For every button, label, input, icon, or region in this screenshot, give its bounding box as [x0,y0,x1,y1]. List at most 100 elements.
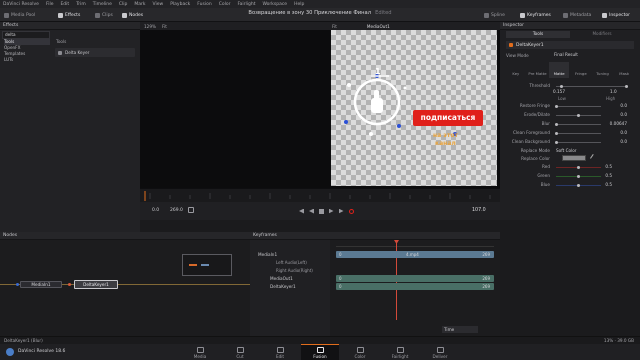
menu-item-workspace[interactable]: Workspace [262,2,287,7]
subtab-tuning[interactable]: Tuning [593,62,613,78]
menu-item-timeline[interactable]: Timeline [93,2,112,7]
page-cut[interactable]: Cut [221,344,259,360]
menu-item-file[interactable]: File [46,2,54,7]
menu-item-fusion[interactable]: Fusion [197,2,211,7]
control-point[interactable] [403,86,407,90]
clip-bar-mediain1[interactable]: 0 4.mp4 269 [336,251,494,258]
control-point[interactable] [369,132,373,136]
right-viewer-zoom[interactable]: Fit [332,24,337,29]
track-deltakeyer1[interactable]: DeltaKeyer1 [270,284,296,289]
subtab-mask[interactable]: Mask [614,62,634,78]
menu-item-trim[interactable]: Trim [76,2,86,7]
green-handle[interactable] [577,174,580,178]
menu-item-app[interactable]: DaVinci Resolve [3,2,39,7]
left-viewer-zoom[interactable]: 129% [144,24,156,29]
red-handle[interactable] [577,165,580,169]
nodes-button[interactable]: Nodes [122,11,143,19]
delta-keyer-item[interactable]: Delta Keyer [55,48,135,57]
clips-button[interactable]: Clips [95,11,113,19]
subtab-key[interactable]: Key [506,62,526,78]
node-title-bar[interactable]: DeltaKeyer1 [506,41,634,49]
node-input-port[interactable] [16,283,19,286]
green-value[interactable]: 0.5 [588,173,612,178]
menu-item-clip[interactable]: Clip [119,2,128,7]
page-fairlight[interactable]: Fairlight [381,344,419,360]
node-mediain1[interactable]: MediaIn1 [20,281,62,288]
restore-fringe-slider[interactable] [556,106,601,107]
left-viewer-fit[interactable]: Fit [162,24,167,29]
page-media[interactable]: Media [181,344,219,360]
go-to-start-icon[interactable] [299,209,304,214]
threshold-high-value[interactable]: 1.0 [610,89,617,94]
node-output-port[interactable] [68,283,71,286]
range-end[interactable]: 269.0 [170,208,183,213]
blue-value[interactable]: 0.5 [588,182,612,187]
page-edit[interactable]: Edit [261,344,299,360]
clip-bar-mediaout1[interactable]: 0 269 [336,275,494,282]
threshold-low-handle[interactable] [560,84,563,88]
inspector-button[interactable]: Inspector [602,11,630,19]
subtab-matte[interactable]: Matte [549,62,570,78]
threshold-low-value[interactable]: 0.157 [553,89,565,94]
track-mediaout1[interactable]: MediaOut1 [270,276,293,281]
node-navigator[interactable] [182,254,232,276]
track-left-audio[interactable]: Left Audio(Left) [276,260,307,265]
timeline-ruler[interactable] [140,188,500,202]
clean-background-slider[interactable] [556,142,601,143]
audio-icon[interactable] [188,207,194,213]
viewer-canvas[interactable]: 1 подписаться на этот канал [331,30,497,186]
current-time[interactable]: 107.0 [472,208,486,213]
nodes-panel[interactable]: Nodes MediaIn1 DeltaKeyer1 [0,232,250,336]
replace-color-swatch[interactable] [562,155,586,161]
stop-icon[interactable] [318,208,324,214]
track-right-audio[interactable]: Right Audio(Right) [276,268,313,273]
restore-fringe-handle[interactable] [555,104,558,108]
blue-handle[interactable] [577,183,580,187]
page-fusion[interactable]: Fusion [301,344,339,360]
blur-value[interactable]: 0.00647 [603,121,627,126]
menu-item-view[interactable]: View [153,2,164,7]
menu-item-help[interactable]: Help [294,2,304,7]
blur-handle[interactable] [555,122,558,126]
clean-background-value[interactable]: 0.0 [603,139,627,144]
keyframes-ruler[interactable] [336,241,494,247]
control-point[interactable] [347,83,351,87]
menu-item-edit[interactable]: Edit [60,2,69,7]
tab-tools[interactable]: Tools [506,31,570,38]
view-mode-select[interactable]: Final Result [554,52,614,59]
red-value[interactable]: 0.5 [588,164,612,169]
page-color[interactable]: Color [341,344,379,360]
tab-modifiers[interactable]: Modifiers [570,31,634,38]
effects-search-input[interactable]: delta [2,31,50,39]
left-viewer[interactable]: 129% Fit [140,22,328,188]
erode-dilate-handle[interactable] [577,113,580,117]
erode-dilate-value[interactable]: 0.0 [603,112,627,117]
play-reverse-icon[interactable] [309,209,314,214]
go-to-end-icon[interactable] [338,208,344,214]
node-deltakeyer1[interactable]: DeltaKeyer1 [74,280,118,289]
effects-button[interactable]: Effects [58,11,80,19]
control-point[interactable] [344,120,348,124]
page-deliver[interactable]: Deliver [421,344,459,360]
metadata-button[interactable]: Metadata [563,11,591,19]
loop-icon[interactable] [348,208,354,214]
clean-foreground-slider[interactable] [556,133,601,134]
restore-fringe-value[interactable]: 0.0 [603,103,627,108]
clip-bar-deltakeyer1[interactable]: 0 269 [336,283,494,290]
time-mode-select[interactable]: Time [442,326,478,333]
menu-item-playback[interactable]: Playback [170,2,190,7]
right-viewer[interactable]: Fit MediaOut1 1 подписаться на этот кана… [328,22,500,188]
threshold-range-slider[interactable] [556,86,628,87]
menu-item-fairlight[interactable]: Fairlight [237,2,255,7]
clean-foreground-handle[interactable] [555,131,558,135]
spline-button[interactable]: Spline [484,11,505,19]
media-pool-button[interactable]: Media Pool [4,11,35,19]
control-point[interactable] [397,124,401,128]
threshold-high-handle[interactable] [625,84,628,88]
clean-background-handle[interactable] [555,140,558,144]
tree-item-luts[interactable]: LUTs [4,57,50,63]
keyframes-button[interactable]: Keyframes [520,11,551,19]
clean-foreground-value[interactable]: 0.0 [603,130,627,135]
subtab-pre-matte[interactable]: Pre Matte [528,62,548,78]
menu-item-color[interactable]: Color [219,2,231,7]
